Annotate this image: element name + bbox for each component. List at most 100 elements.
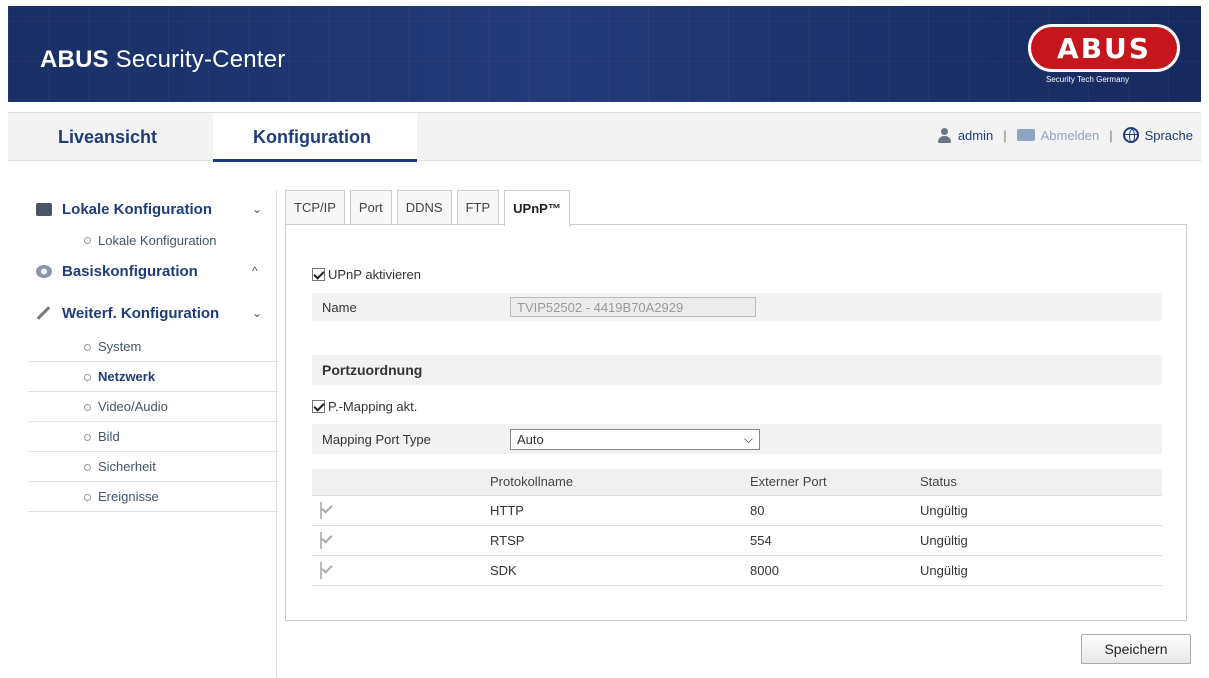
app-title-brand: ABUS xyxy=(40,46,109,73)
row-checkbox xyxy=(320,531,322,549)
mapping-enable-row: P.-Mapping akt. xyxy=(312,395,1162,417)
app-title-rest: Security-Center xyxy=(108,46,286,73)
bullet-icon xyxy=(84,494,91,501)
sidebar-item-label: Sicherheit xyxy=(98,459,156,474)
network-tabs: TCP/IP Port DDNS FTP UPnP™ xyxy=(285,190,575,226)
user-area: admin | Abmelden | Sprache xyxy=(937,127,1193,143)
column-header-port: Externer Port xyxy=(742,469,912,495)
user-name-link[interactable]: admin xyxy=(958,128,993,143)
table-header-row: Protokollname Externer Port Status xyxy=(312,469,1162,495)
table-row: RTSP 554 Ungültig xyxy=(312,524,1162,555)
protocol-cell: HTTP xyxy=(482,494,742,525)
status-cell: Ungültig xyxy=(912,554,1162,586)
status-cell: Ungültig xyxy=(912,494,1162,525)
header-banner: ABUS Security-Center ABUS Security Tech … xyxy=(8,6,1201,102)
sidebar-group-label: Basiskonfiguration xyxy=(62,262,198,280)
table-row: SDK 8000 Ungültig xyxy=(312,554,1162,586)
chevron-down-icon[interactable]: ⌄ xyxy=(252,202,262,216)
globe-icon[interactable] xyxy=(1122,127,1139,143)
upnp-enable-checkbox[interactable] xyxy=(312,267,325,281)
mapping-type-row: Mapping Port Type Auto ⌵ xyxy=(312,424,1162,454)
tab-ftp[interactable]: FTP xyxy=(456,190,500,224)
protocol-cell: SDK xyxy=(482,554,742,586)
section-header: Portzuordnung xyxy=(312,355,1162,385)
column-header-protocol: Protokollname xyxy=(482,469,742,495)
logo-subtitle: Security Tech Germany xyxy=(1046,75,1129,84)
folder-icon xyxy=(36,203,52,216)
sidebar-item-netzwerk[interactable]: Netzwerk xyxy=(28,362,278,392)
bullet-icon xyxy=(84,434,91,441)
tab-konfiguration[interactable]: Konfiguration xyxy=(213,113,417,162)
bullet-icon xyxy=(84,404,91,411)
abus-logo: ABUS Security Tech Germany xyxy=(1028,24,1180,86)
row-checkbox xyxy=(320,501,322,519)
logo-oval: ABUS xyxy=(1028,24,1180,72)
app-title: ABUS Security-Center xyxy=(40,46,285,74)
sidebar-item-label: Bild xyxy=(98,429,120,444)
mapping-type-select[interactable]: Auto ⌵ xyxy=(510,428,760,450)
sidebar-item-label: System xyxy=(98,339,142,354)
external-port-cell: 8000 xyxy=(742,554,912,586)
sidebar-item-label: Video/Audio xyxy=(98,399,168,414)
user-icon xyxy=(937,127,952,143)
port-mapping-table: Protokollname Externer Port Status HTTP … xyxy=(312,469,1162,586)
sidebar-item-video-audio[interactable]: Video/Audio xyxy=(28,392,278,422)
sidebar-group-label: Weiterf. Konfiguration xyxy=(62,304,220,322)
bullet-icon xyxy=(84,464,91,471)
wrench-icon xyxy=(36,306,51,320)
device-name-field[interactable] xyxy=(510,297,756,317)
name-row: Name xyxy=(312,293,1162,321)
row-checkbox-cell xyxy=(312,524,482,555)
row-checkbox-cell xyxy=(312,554,482,586)
mapping-type-value: Auto xyxy=(517,431,544,447)
logout-icon[interactable] xyxy=(1016,129,1035,141)
sidebar-item-ereignisse[interactable]: Ereignisse xyxy=(28,482,278,512)
row-checkbox xyxy=(320,561,322,579)
external-port-cell: 554 xyxy=(742,524,912,555)
gear-icon xyxy=(36,265,52,278)
separator: | xyxy=(1109,127,1113,143)
sidebar-item-sicherheit[interactable]: Sicherheit xyxy=(28,452,278,482)
section-title-portzuordnung: Portzuordnung xyxy=(322,362,423,378)
sidebar-divider xyxy=(276,190,277,678)
tab-port[interactable]: Port xyxy=(349,190,392,224)
table-row: HTTP 80 Ungültig xyxy=(312,494,1162,525)
sidebar-group-lokale-konfiguration[interactable]: Lokale Konfiguration ⌄ xyxy=(28,190,278,228)
mapping-enable-label: P.-Mapping akt. xyxy=(328,398,418,414)
sidebar-item-system[interactable]: System xyxy=(28,332,278,362)
column-header-select xyxy=(312,469,482,495)
sidebar-item-label: Lokale Konfiguration xyxy=(98,232,217,248)
tab-ddns[interactable]: DDNS xyxy=(396,190,452,224)
upnp-enable-row: UPnP aktivieren xyxy=(312,263,1162,285)
mapping-enable-checkbox[interactable] xyxy=(312,399,325,413)
main-navbar: Liveansicht Konfiguration admin | Abmeld… xyxy=(8,112,1201,162)
sidebar: Lokale Konfiguration ⌄ Lokale Konfigurat… xyxy=(28,190,278,512)
external-port-cell: 80 xyxy=(742,494,912,525)
chevron-up-icon[interactable]: ^ xyxy=(252,264,258,278)
save-button[interactable]: Speichern xyxy=(1081,634,1191,664)
sidebar-group-basiskonfiguration[interactable]: Basiskonfiguration ^ xyxy=(28,252,278,290)
upnp-enable-label: UPnP aktivieren xyxy=(328,266,421,282)
tab-upnp[interactable]: UPnP™ xyxy=(504,190,570,226)
protocol-cell: RTSP xyxy=(482,524,742,555)
name-label: Name xyxy=(322,299,357,315)
status-cell: Ungültig xyxy=(912,524,1162,555)
bullet-icon xyxy=(84,374,91,381)
sidebar-group-weiterf-konfiguration[interactable]: Weiterf. Konfiguration ⌄ xyxy=(28,294,278,332)
tab-tcpip[interactable]: TCP/IP xyxy=(285,190,345,224)
chevron-down-icon[interactable]: ⌄ xyxy=(252,306,262,320)
language-link[interactable]: Sprache xyxy=(1145,128,1193,143)
logo-text: ABUS xyxy=(1057,31,1151,65)
column-header-status: Status xyxy=(912,469,1162,495)
upnp-panel: UPnP aktivieren Name Portzuordnung P.-Ma… xyxy=(285,224,1187,621)
sidebar-item-bild[interactable]: Bild xyxy=(28,422,278,452)
bullet-icon xyxy=(84,237,91,244)
mapping-type-label: Mapping Port Type xyxy=(322,431,431,447)
sidebar-item-lokale-konfiguration[interactable]: Lokale Konfiguration xyxy=(28,228,278,252)
tab-liveansicht[interactable]: Liveansicht xyxy=(8,113,213,161)
separator: | xyxy=(1003,127,1007,143)
logout-link[interactable]: Abmelden xyxy=(1041,128,1100,143)
bullet-icon xyxy=(84,344,91,351)
chevron-down-icon: ⌵ xyxy=(743,431,753,446)
sidebar-item-label: Ereignisse xyxy=(98,489,159,504)
